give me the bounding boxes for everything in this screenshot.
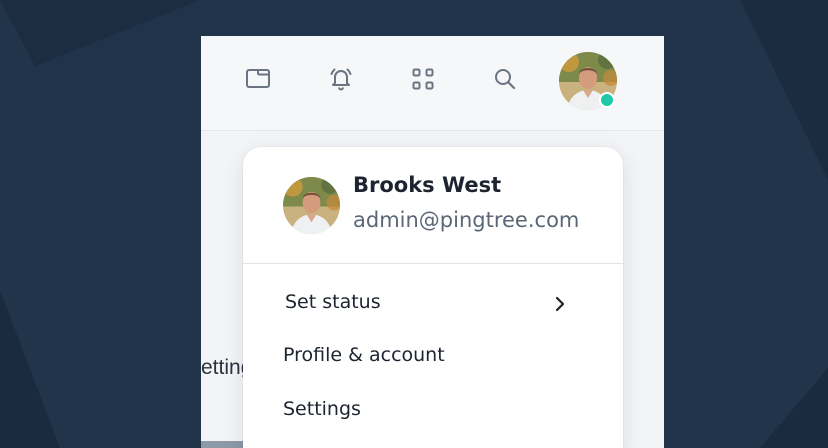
window-icon[interactable] (245, 66, 271, 92)
user-email: admin@pingtree.com (353, 208, 580, 232)
top-toolbar (201, 36, 664, 131)
menu-item-settings[interactable]: Settings (243, 388, 623, 434)
user-menu-dropdown: Brooks West admin@pingtree.com Set statu… (243, 147, 623, 448)
profile-header: Brooks West admin@pingtree.com (243, 147, 623, 264)
search-icon[interactable] (492, 66, 518, 92)
content-strip (201, 441, 243, 448)
chevron-right-icon (555, 296, 565, 312)
menu-item-set-status[interactable]: Set status (243, 281, 623, 327)
user-avatar-button[interactable] (559, 52, 617, 110)
menu-item-label: Settings (283, 398, 361, 420)
menu-item-label: Set status (285, 291, 381, 313)
user-name: Brooks West (353, 173, 502, 197)
bell-icon[interactable] (328, 66, 354, 92)
menu-item-profile-account[interactable]: Profile & account (243, 334, 623, 380)
profile-avatar (283, 177, 340, 234)
menu-item-label: Profile & account (283, 344, 445, 366)
apps-grid-icon[interactable] (410, 66, 436, 92)
online-status-indicator (599, 92, 615, 108)
